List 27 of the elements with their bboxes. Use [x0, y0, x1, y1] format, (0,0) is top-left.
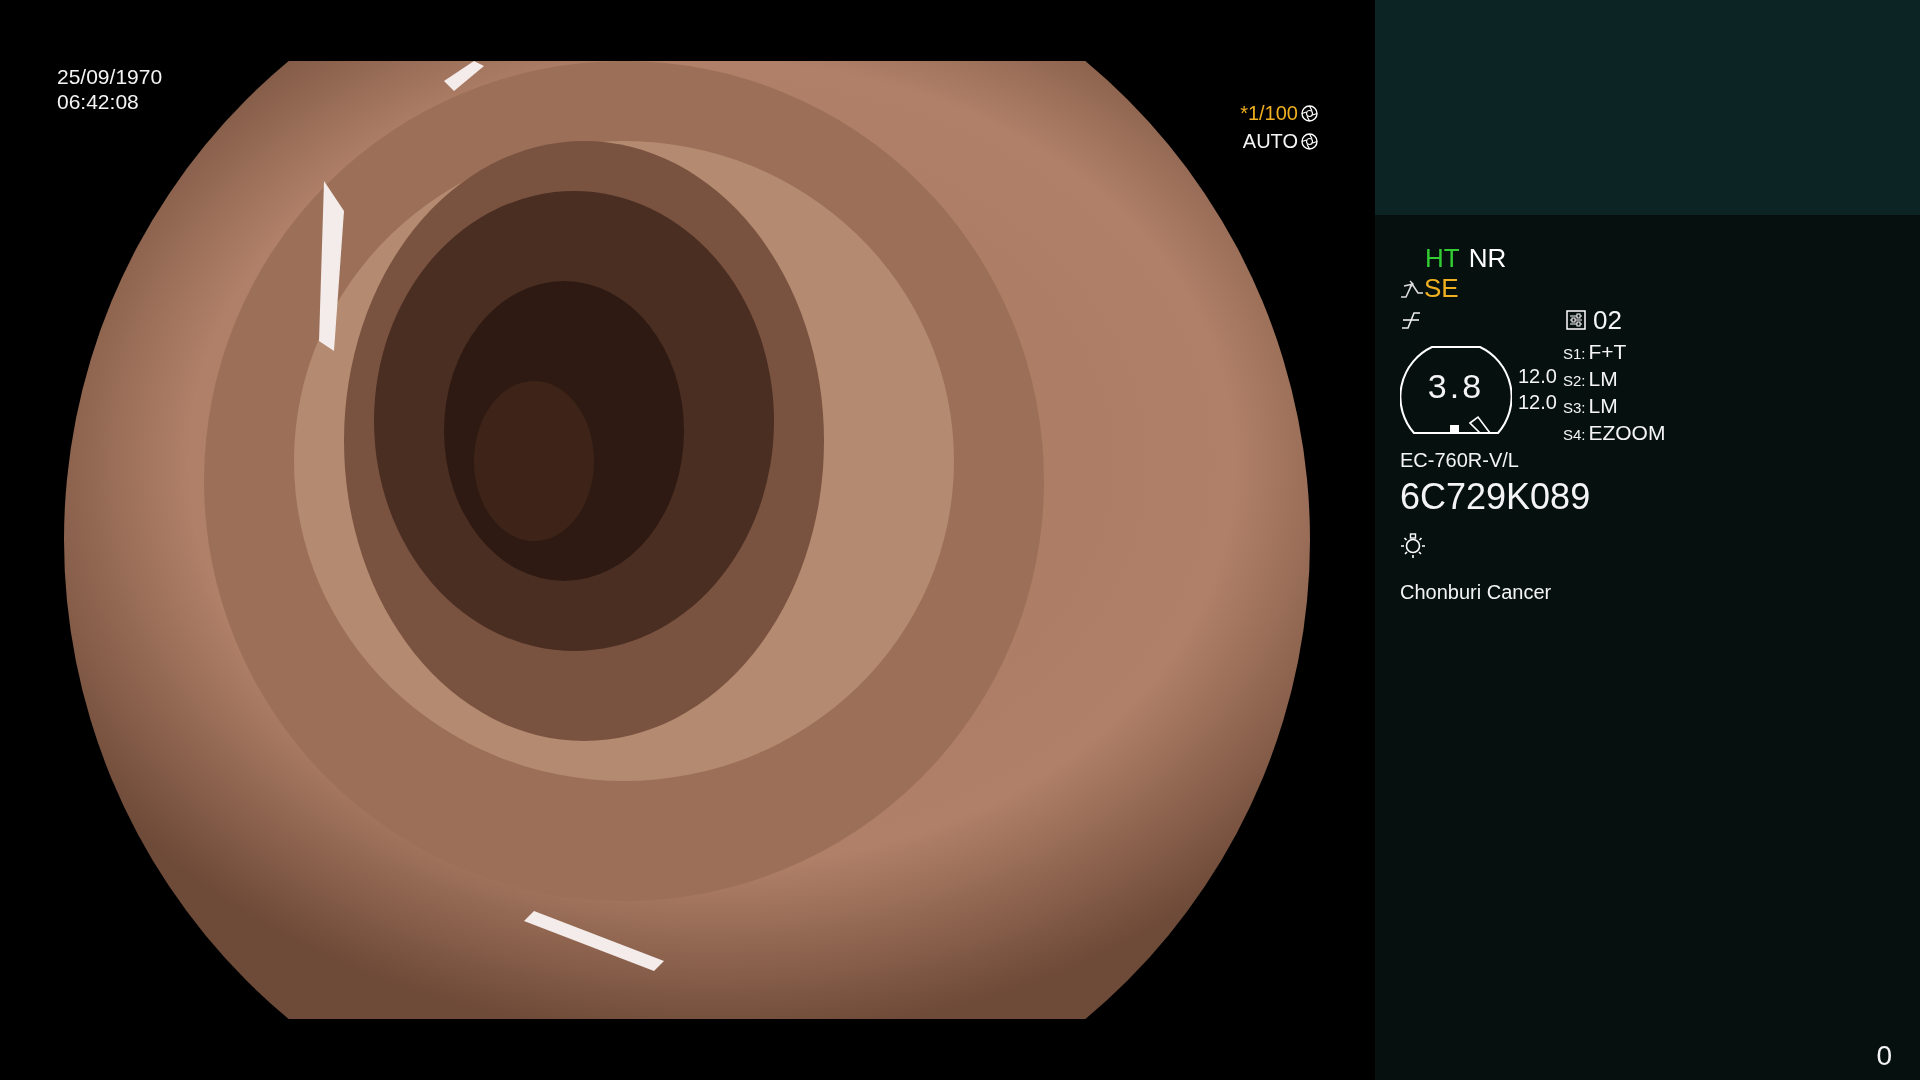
switch-label: S1: — [1562, 344, 1586, 364]
date-text: 25/09/1970 — [57, 64, 163, 89]
scope-model-text: EC-760R-V/L — [1400, 449, 1519, 472]
mode-label: HT — [1425, 243, 1460, 273]
switch-label: S2: — [1562, 371, 1586, 391]
switch-label: S4: — [1562, 425, 1586, 445]
reading-text: 12.0 — [1518, 364, 1557, 389]
serial-number-text: 6C729K089 — [1400, 476, 1591, 518]
hospital-name: Chonburi Cancer — [1400, 581, 1552, 604]
switch-label: S3: — [1562, 398, 1586, 418]
time-text: 06:42:08 — [57, 89, 139, 114]
counter-text: 0 — [1876, 1040, 1892, 1072]
gauge-value: 3.8 — [1426, 367, 1486, 406]
mode-label: NR — [1468, 243, 1507, 273]
reading-text: 12.0 — [1518, 390, 1557, 415]
sliders-icon — [1566, 310, 1586, 330]
switch-value: F+T — [1588, 339, 1627, 364]
shutter-speed-text: *1/100 — [1240, 101, 1298, 126]
switch-value: EZOOM — [1588, 420, 1666, 445]
preset-number: 02 — [1593, 304, 1622, 336]
enhance-mode-label: SE — [1424, 273, 1459, 303]
iris-mode-text: AUTO — [1242, 129, 1298, 154]
aperture-icon — [1301, 132, 1318, 150]
switch-value: LM — [1588, 393, 1618, 418]
switch-value: LM — [1588, 366, 1618, 391]
bulb-icon — [1400, 532, 1426, 559]
aperture-icon — [1301, 104, 1318, 122]
